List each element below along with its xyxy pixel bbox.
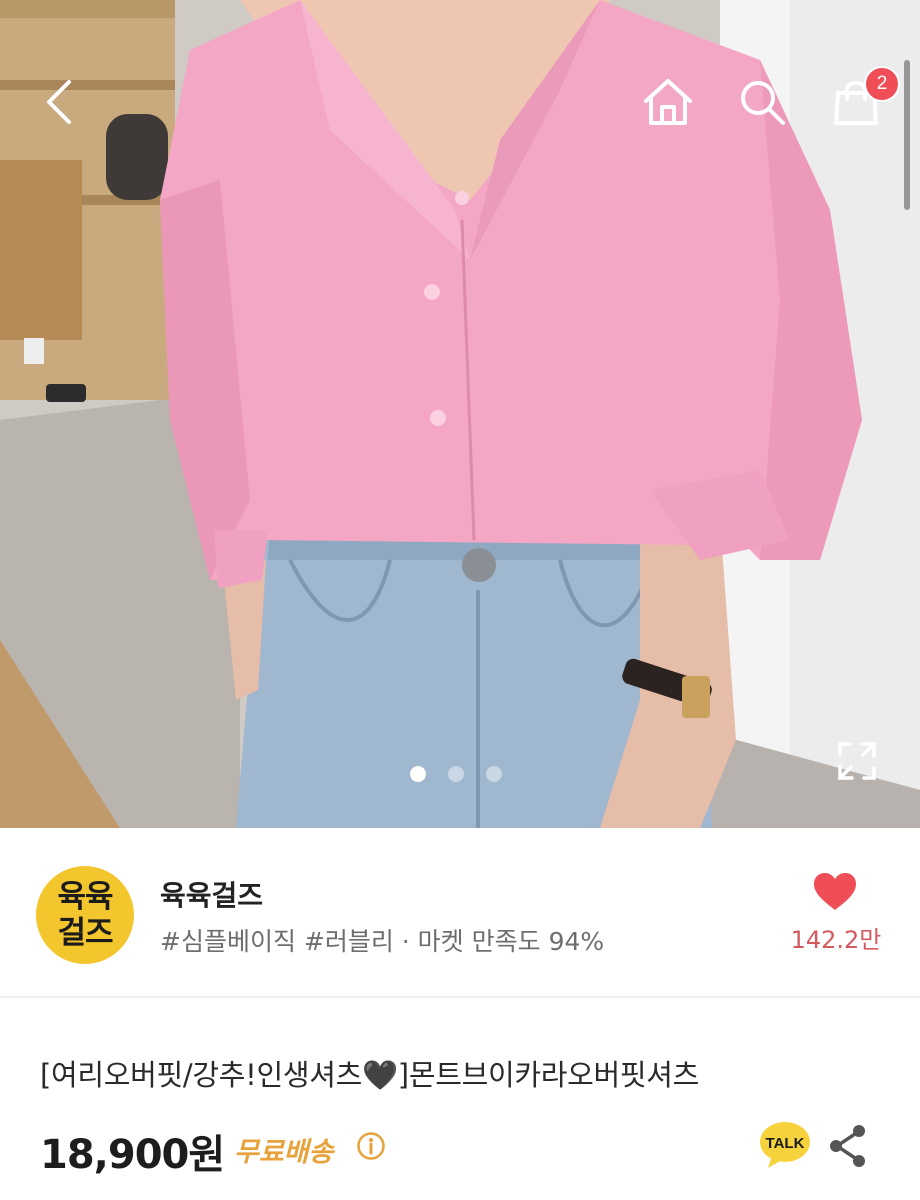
share-icon (830, 1125, 865, 1167)
back-button[interactable] (28, 70, 88, 134)
home-button[interactable] (636, 70, 700, 134)
talk-bubble-icon: TALK (760, 1122, 810, 1168)
seller-logo-line2: 걸즈 (57, 915, 113, 951)
share-button[interactable] (828, 1124, 868, 1168)
product-title: [여리오버핏/강추!인생셔츠🖤]몬트브이카라오버핏셔츠 (40, 1058, 699, 1092)
scrollbar[interactable] (904, 60, 910, 210)
seller-logo[interactable]: 육육 걸즈 (36, 866, 134, 964)
slide-dot-3[interactable] (486, 766, 502, 782)
kakao-talk-button[interactable]: TALK (758, 1120, 812, 1170)
seller-logo-line1: 육육 (57, 879, 113, 915)
search-icon (741, 81, 785, 125)
search-button[interactable] (730, 70, 794, 134)
slide-indicator (410, 766, 502, 782)
like-button[interactable] (812, 872, 858, 912)
expand-icon (838, 742, 876, 780)
chevron-left-icon (47, 80, 71, 124)
heart-icon (814, 873, 856, 910)
slide-dot-2[interactable] (448, 766, 464, 782)
product-image-gallery[interactable]: 2 (0, 0, 920, 828)
cart-count-badge: 2 (864, 66, 900, 102)
home-icon (644, 79, 692, 125)
expand-image-button[interactable] (836, 740, 878, 782)
shipping-label: 무료배송 (234, 1137, 334, 1168)
slide-dot-1[interactable] (410, 766, 426, 782)
seller-name[interactable]: 육육걸즈 (160, 874, 263, 914)
talk-label: TALK (766, 1135, 805, 1152)
like-count: 142.2만 (790, 926, 882, 954)
info-icon[interactable] (356, 1131, 386, 1161)
product-price: 18,900원 (40, 1132, 225, 1178)
seller-section: 육육 걸즈 육육걸즈 #심플베이직 #러블리 · 마켓 만족도 94% 142.… (0, 828, 920, 998)
seller-tags: #심플베이직 #러블리 · 마켓 만족도 94% (160, 927, 605, 956)
